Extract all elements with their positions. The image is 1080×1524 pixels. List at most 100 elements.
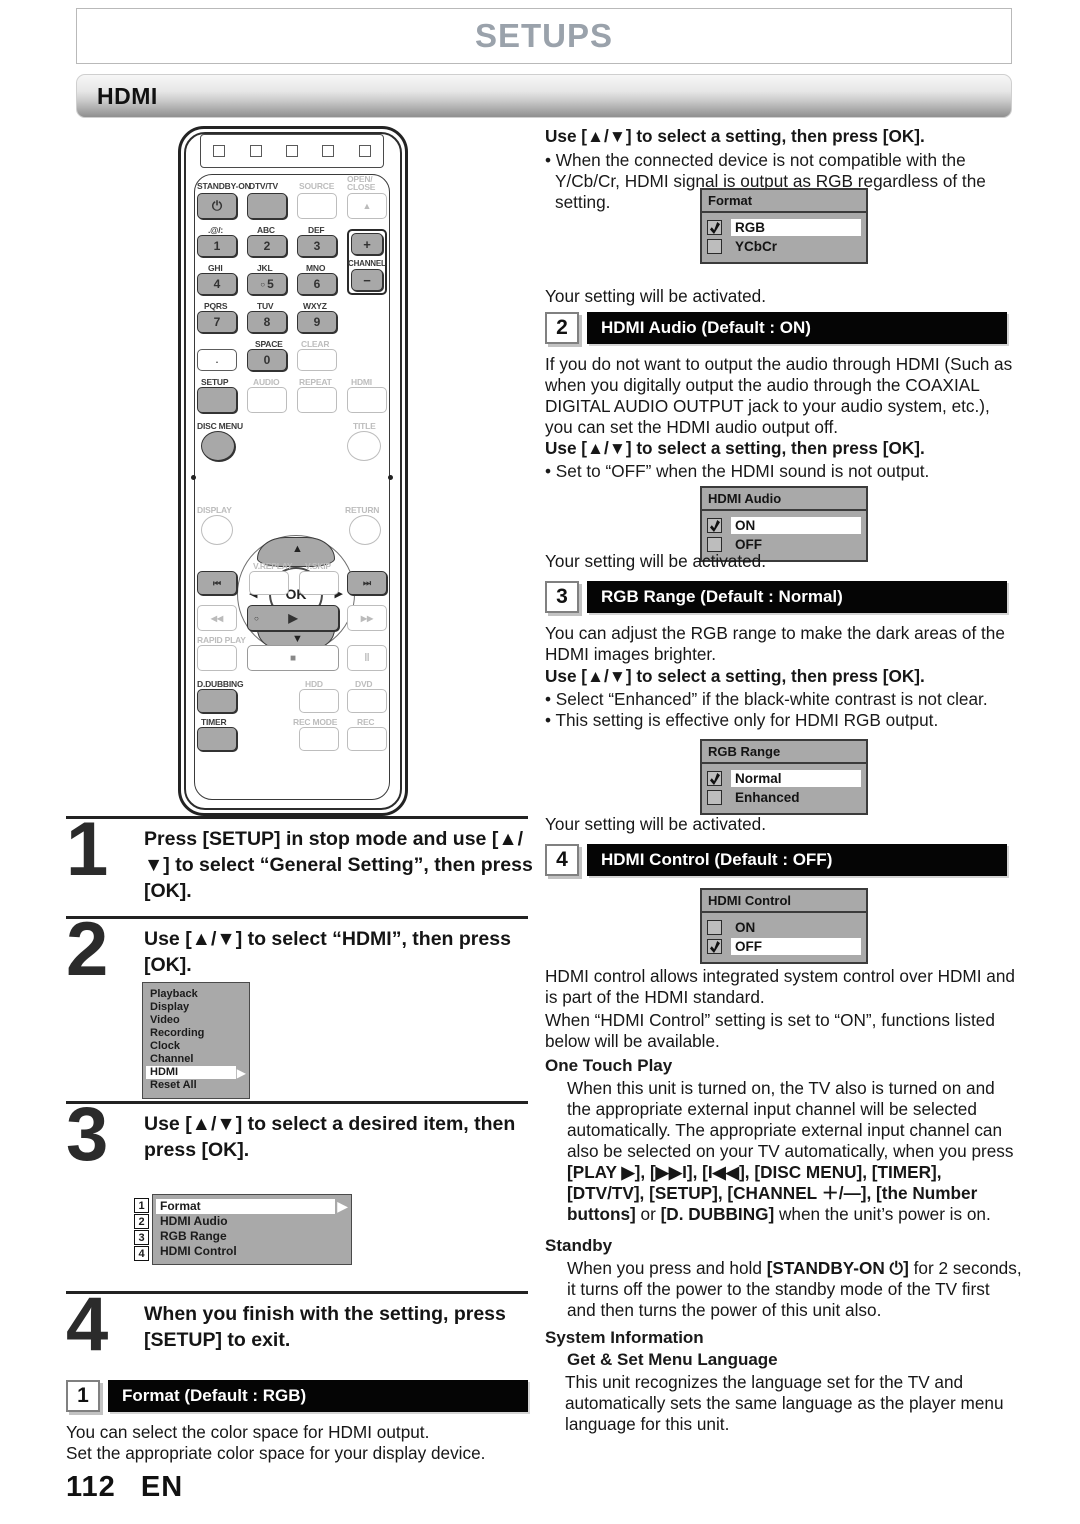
return-button[interactable] — [349, 515, 381, 545]
rec-mode-button[interactable] — [299, 727, 339, 751]
label-v-replay: V.REPLAY — [253, 561, 293, 571]
menu-item-clock[interactable]: Clock — [146, 1040, 246, 1053]
hdmi-control-dialog-body: ON OFF — [702, 913, 866, 962]
setup-button[interactable] — [197, 387, 237, 413]
play-button[interactable]: ○ ▶ — [247, 605, 339, 631]
number-key-9[interactable]: 9 — [297, 311, 337, 333]
repeat-button[interactable] — [297, 387, 337, 413]
rewind-button[interactable]: ◀◀ — [197, 605, 237, 631]
menu-item-recording[interactable]: Recording — [146, 1027, 246, 1040]
title-button[interactable] — [347, 431, 381, 461]
general-setting-menu[interactable]: Playback Display Video Recording Clock C… — [142, 982, 250, 1099]
hdmi-audio-option-on[interactable]: ON — [707, 516, 861, 535]
rgb-range-option-enhanced[interactable]: Enhanced — [707, 788, 861, 807]
skip-next-button[interactable]: ⏭ — [347, 571, 387, 595]
label-key-3: DEF — [308, 225, 325, 235]
menu-item-playback[interactable]: Playback — [146, 988, 246, 1001]
dot-key[interactable]: . — [197, 349, 237, 371]
checkbox-unchecked-icon[interactable] — [707, 239, 722, 254]
hdmi-menu-item-rgb-range[interactable]: RGB Range — [156, 1229, 348, 1244]
rgb-range-dialog[interactable]: RGB Range Normal Enhanced — [700, 739, 868, 815]
label-hdmi-key: HDMI — [351, 377, 372, 387]
label-setup: SETUP — [201, 377, 229, 387]
menu-item-channel[interactable]: Channel — [146, 1053, 246, 1066]
hdmi-menu-item-hdmi-control[interactable]: HDMI Control — [156, 1244, 348, 1259]
number-key-4[interactable]: 4 — [197, 273, 237, 295]
hdmi-menu-item-hdmi-audio[interactable]: HDMI Audio — [156, 1214, 348, 1229]
rgb-range-body: You can adjust the RGB range to make the… — [545, 623, 1005, 664]
standby-on-button[interactable]: ⏻ — [197, 193, 237, 219]
number-key-3[interactable]: 3 — [297, 235, 337, 257]
label-key-1: .@/: — [208, 225, 224, 235]
section-header-rgb-range: 3 RGB Range (Default : Normal) — [545, 581, 1007, 613]
step-4-number: 4 — [66, 1282, 109, 1367]
v-skip-button[interactable] — [299, 571, 339, 595]
number-key-2[interactable]: 2 — [247, 235, 287, 257]
label-display: DISPLAY — [197, 505, 232, 515]
checkbox-unchecked-icon[interactable] — [707, 920, 722, 935]
checkbox-unchecked-icon[interactable] — [707, 537, 722, 552]
format-instruction: Use [▲/▼] to select a setting, then pres… — [545, 126, 925, 146]
number-key-5[interactable]: ○ 5 — [247, 273, 287, 295]
label-standby-on: STANDBY-ON — [197, 181, 251, 191]
hdmi-control-option-off[interactable]: OFF — [707, 937, 861, 956]
dtv-tv-button[interactable] — [247, 193, 287, 219]
rapid-play-button[interactable] — [197, 645, 237, 671]
checkbox-unchecked-icon[interactable] — [707, 790, 722, 805]
hdmi-button[interactable] — [347, 387, 387, 413]
one-touch-play-text-b: or — [635, 1204, 661, 1224]
hdmi-control-dialog[interactable]: HDMI Control ON OFF — [700, 888, 868, 964]
disc-menu-button[interactable] — [201, 431, 235, 461]
v-replay-button[interactable] — [249, 571, 289, 595]
remote-indicator-row — [200, 134, 384, 168]
rec-button[interactable] — [347, 727, 387, 751]
channel-down-button[interactable]: − — [351, 269, 383, 291]
checkbox-checked-icon[interactable] — [707, 939, 722, 954]
hdmi-audio-dialog-title: HDMI Audio — [702, 488, 866, 511]
label-key-9: WXYZ — [303, 301, 327, 311]
checkbox-checked-icon[interactable] — [707, 518, 722, 533]
hdmi-control-option-on[interactable]: ON — [707, 918, 861, 937]
dvd-button[interactable] — [347, 689, 387, 713]
number-key-0[interactable]: 0 — [247, 349, 287, 371]
hdmi-audio-option-on-label: ON — [731, 517, 861, 534]
number-key-6[interactable]: 6 — [297, 273, 337, 295]
one-touch-play-text-c: when the unit’s power is on. — [774, 1204, 991, 1224]
hdmi-control-option-off-label: OFF — [731, 938, 861, 955]
menu-item-video[interactable]: Video — [146, 1014, 246, 1027]
number-key-7[interactable]: 7 — [197, 311, 237, 333]
audio-button[interactable] — [247, 387, 287, 413]
open-close-button[interactable]: ▲ — [347, 193, 387, 219]
rgb-range-dialog-body: Normal Enhanced — [702, 764, 866, 813]
hdd-button[interactable] — [299, 689, 339, 713]
source-button[interactable] — [297, 193, 337, 219]
d-dubbing-button[interactable] — [197, 689, 237, 713]
get-set-menu-language-heading: Get & Set Menu Language — [567, 1350, 778, 1369]
step-1: 1 Press [SETUP] in stop mode and use [▲/… — [66, 812, 536, 904]
format-option-rgb[interactable]: RGB — [707, 218, 861, 237]
format-dialog[interactable]: Format RGB YCbCr — [700, 188, 868, 264]
rgb-range-option-normal[interactable]: Normal — [707, 769, 861, 788]
stop-button[interactable]: ■ — [247, 645, 339, 671]
checkbox-checked-icon[interactable] — [707, 220, 722, 235]
hdmi-menu-item-format[interactable]: Format — [156, 1199, 336, 1214]
hdmi-menu[interactable]: Format ▶ HDMI Audio RGB Range HDMI Contr… — [152, 1194, 352, 1265]
standby-text-a: When you press and hold — [567, 1258, 767, 1278]
channel-up-button[interactable]: + — [351, 233, 383, 255]
number-key-8[interactable]: 8 — [247, 311, 287, 333]
label-audio: AUDIO — [253, 377, 280, 387]
hdmi-menu-block: 1 2 3 4 Format ▶ HDMI Audio RGB Range HD… — [134, 1194, 352, 1265]
display-button[interactable] — [201, 515, 233, 545]
skip-prev-button[interactable]: ⏮ — [197, 571, 237, 595]
menu-item-display[interactable]: Display — [146, 1001, 246, 1014]
menu-item-hdmi[interactable]: HDMI — [146, 1066, 236, 1079]
label-key-5: JKL — [257, 263, 273, 273]
checkbox-checked-icon[interactable] — [707, 771, 722, 786]
menu-item-reset-all[interactable]: Reset All — [146, 1079, 246, 1092]
clear-button[interactable] — [297, 349, 337, 371]
fast-forward-button[interactable]: ▶▶ — [347, 605, 387, 631]
pause-button[interactable]: ‖ — [347, 645, 387, 671]
format-option-ycbcr[interactable]: YCbCr — [707, 237, 861, 256]
number-key-1[interactable]: 1 — [197, 235, 237, 257]
timer-button[interactable] — [197, 727, 237, 751]
